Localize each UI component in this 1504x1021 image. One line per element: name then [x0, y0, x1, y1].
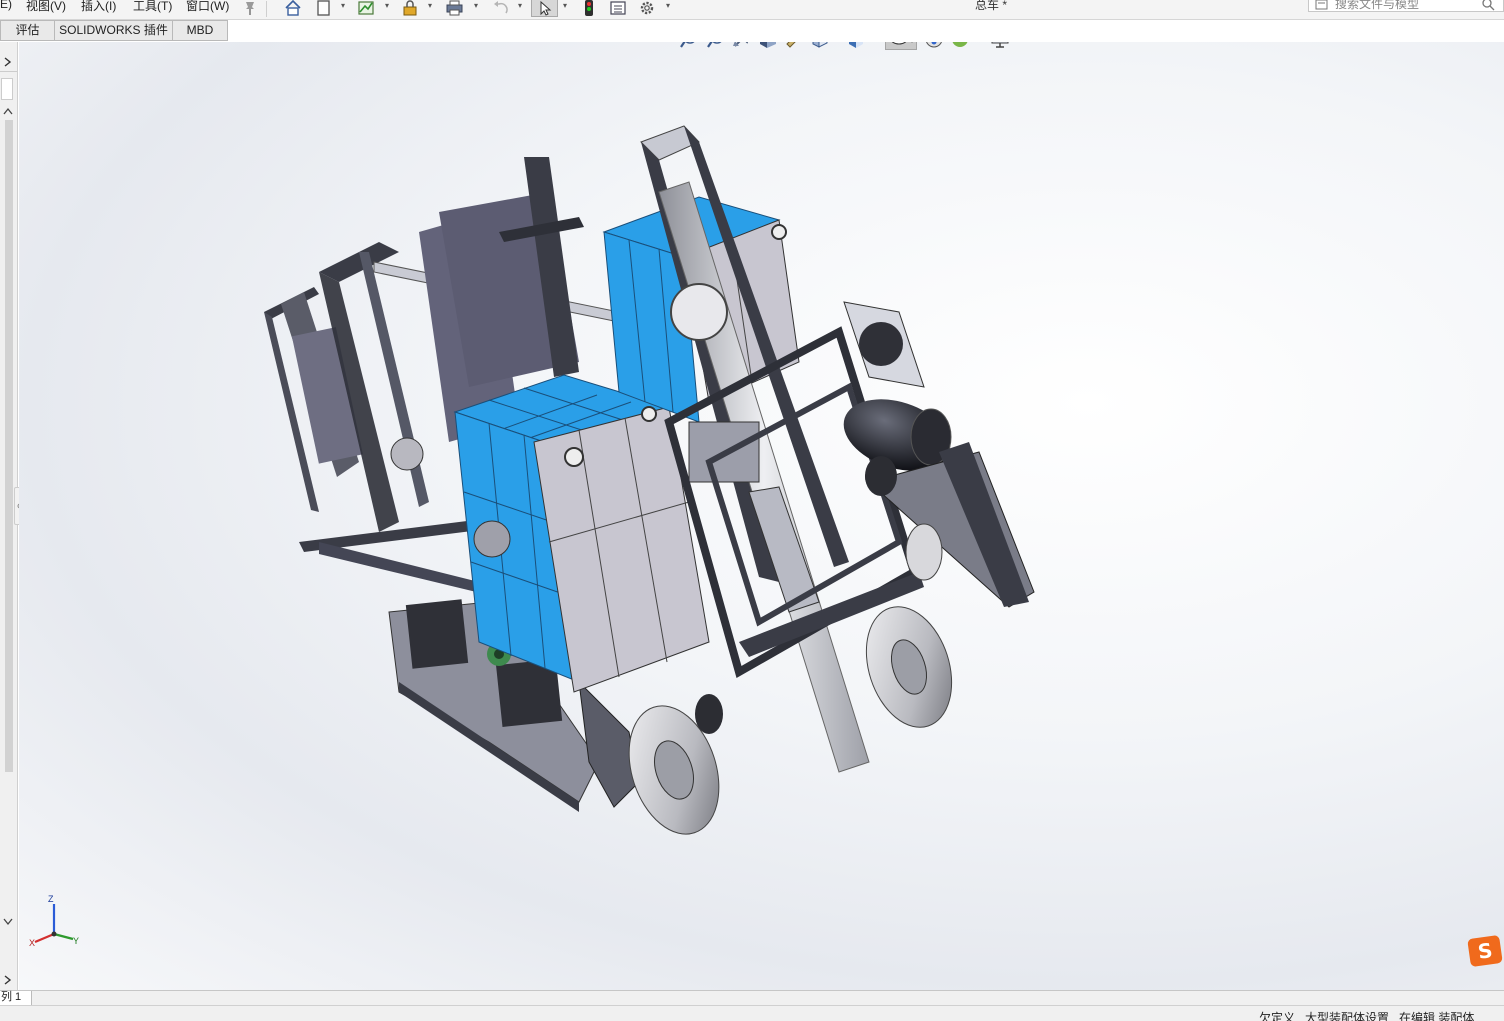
search-icon[interactable] — [1481, 0, 1495, 14]
panel-tree-field[interactable] — [1, 78, 13, 100]
rebuild-dropdown-icon[interactable]: ▾ — [385, 1, 389, 10]
menu-view[interactable]: 视图(V) — [26, 0, 66, 14]
print-dropdown-icon[interactable]: ▾ — [474, 1, 478, 10]
graphics-viewport[interactable]: ▾ ▾ ▾ ▾ ▾ — [19, 42, 1504, 990]
triad-y-label: Y — [73, 936, 80, 946]
traffic-light-icon[interactable] — [580, 0, 598, 16]
undo-icon[interactable] — [492, 0, 510, 16]
select-dropdown-icon[interactable]: ▾ — [563, 1, 567, 10]
command-manager-tabs: 评估 SOLIDWORKS 插件 MBD — [0, 20, 229, 42]
settings-gear-icon[interactable] — [638, 0, 656, 16]
reference-triad: Z X Y — [27, 894, 83, 954]
solidworks-window: E) 视图(V) 插入(I) 工具(T) 窗口(W) ▾ ▾ ▾ ▾ ▾ ▾ ▾… — [0, 0, 1504, 1021]
menu-edit[interactable]: E) — [0, 0, 12, 11]
rebuild-icon[interactable] — [357, 0, 375, 16]
menu-window[interactable]: 窗口(W) — [186, 0, 229, 14]
print-icon[interactable] — [445, 0, 463, 16]
search-input[interactable] — [1335, 0, 1475, 11]
triad-z-label: Z — [48, 894, 54, 904]
pin-icon[interactable] — [241, 0, 259, 16]
scroll-up-icon[interactable] — [0, 104, 17, 118]
tab-mbd[interactable]: MBD — [172, 20, 228, 41]
document-title: 总车 * — [975, 0, 1008, 12]
assembly-model[interactable] — [19, 42, 1504, 990]
expand-bottom-icon[interactable] — [0, 972, 17, 988]
lock-icon[interactable] — [401, 0, 419, 16]
new-document-icon[interactable] — [315, 0, 333, 16]
home-icon[interactable] — [284, 0, 302, 16]
menu-insert[interactable]: 插入(I) — [81, 0, 116, 14]
status-definition: 欠定义 — [1259, 1011, 1296, 1021]
select-pointer-icon[interactable] — [531, 0, 558, 17]
status-bar: 欠定义 大型装配体设置 在编辑 装配体 — [0, 1005, 1504, 1021]
sogou-ime-icon[interactable]: S — [1467, 934, 1503, 968]
lock-dropdown-icon[interactable]: ▾ — [428, 1, 432, 10]
undo-dropdown-icon[interactable]: ▾ — [518, 1, 522, 10]
tab-solidworks-addins[interactable]: SOLIDWORKS 插件 — [54, 20, 173, 41]
status-large-assembly[interactable]: 大型装配体设置 — [1305, 1009, 1389, 1021]
settings-dropdown-icon[interactable]: ▾ — [666, 1, 670, 10]
options-list-icon[interactable] — [609, 0, 627, 16]
scroll-down-icon[interactable] — [0, 915, 17, 929]
menu-tools[interactable]: 工具(T) — [133, 0, 172, 14]
panel-scrollbar-thumb[interactable] — [5, 120, 13, 772]
new-document-dropdown-icon[interactable]: ▾ — [341, 1, 345, 10]
svg-text:S: S — [1476, 938, 1494, 964]
menu-toolbar: E) 视图(V) 插入(I) 工具(T) 窗口(W) ▾ ▾ ▾ ▾ ▾ ▾ ▾… — [0, 0, 1504, 20]
triad-x-label: X — [29, 938, 36, 948]
tab-layout-1[interactable]: 列 1 — [0, 991, 32, 1005]
search-commands-icon[interactable] — [1315, 0, 1331, 15]
tab-evaluate[interactable]: 评估 — [0, 20, 55, 41]
search-box[interactable] — [1308, 0, 1504, 12]
status-editing: 在编辑 装配体 — [1399, 1011, 1475, 1021]
expand-panel-icon[interactable] — [0, 52, 17, 72]
bottom-tab-strip: 列 1 — [0, 990, 1504, 1005]
